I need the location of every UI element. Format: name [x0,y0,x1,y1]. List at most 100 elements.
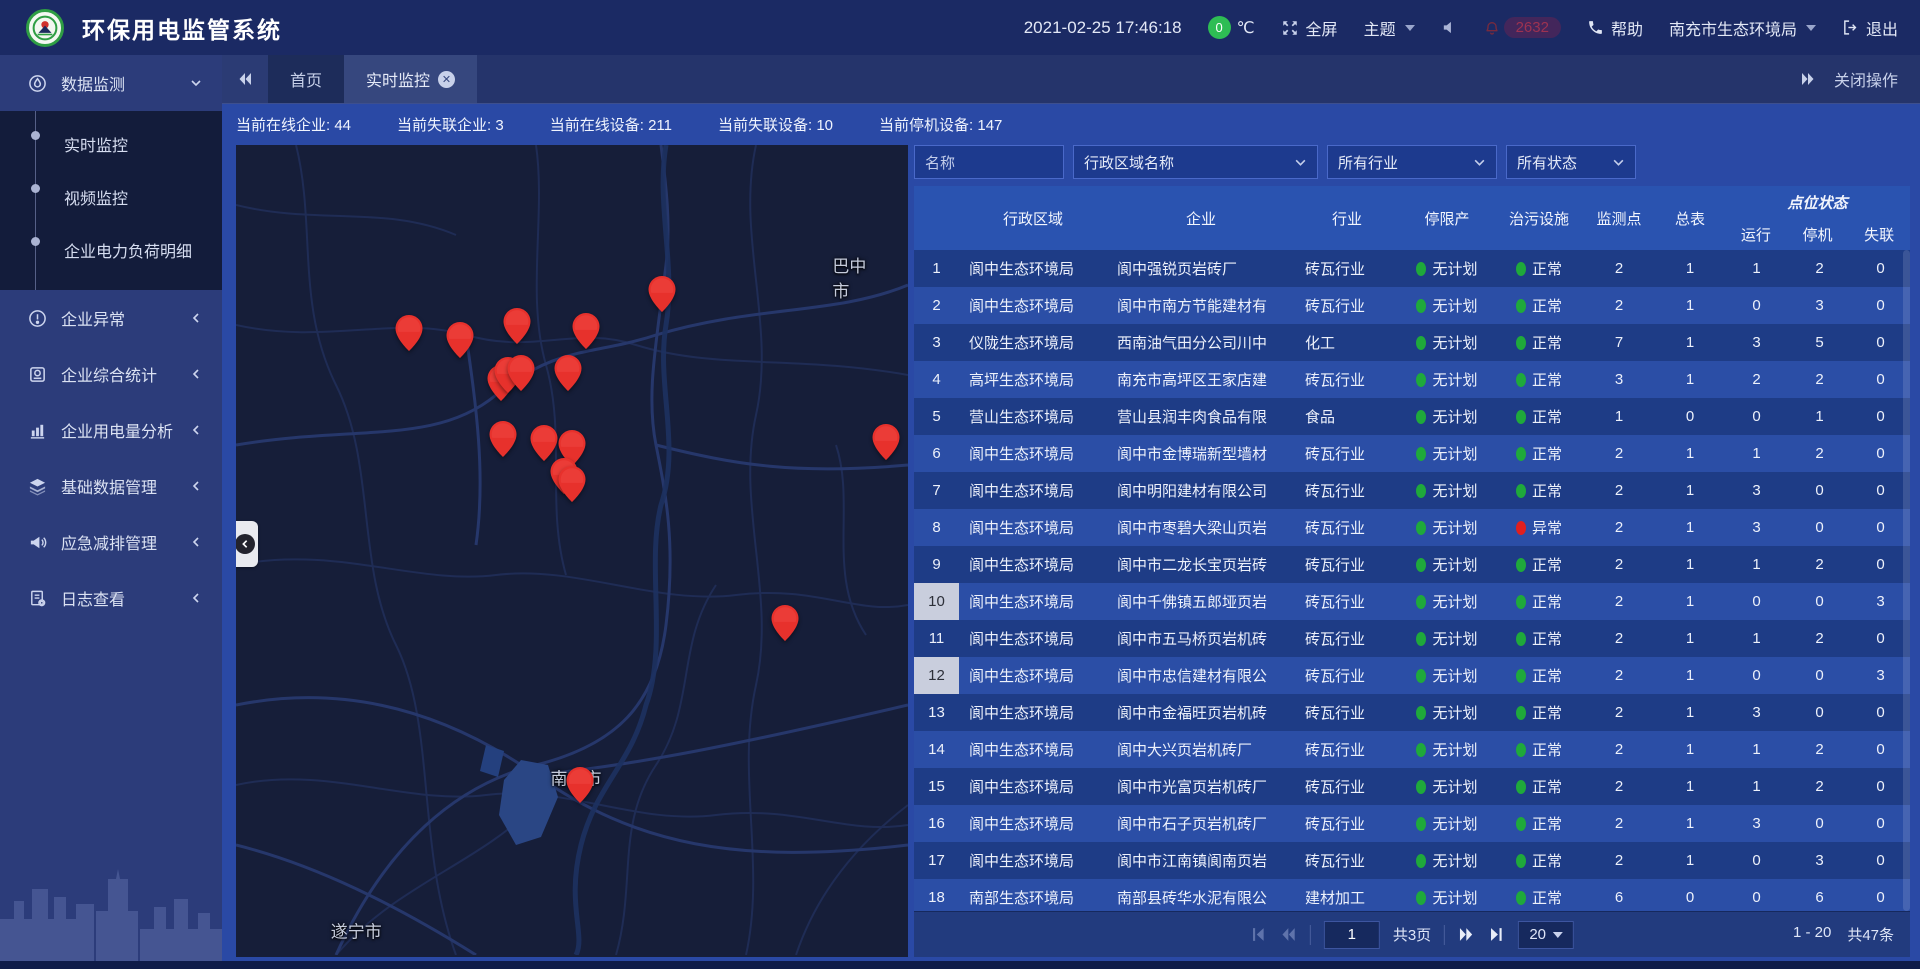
map-pin-icon[interactable] [573,313,600,354]
sidebar-item-emergency-reduction[interactable]: 应急减排管理 [0,514,222,570]
cell-company: 阆中明阳建材有限公司 [1107,472,1295,509]
page-number-input[interactable] [1324,921,1380,949]
table-row[interactable]: 4高坪生态环境局南充市高坪区王家店建砖瓦行业无计划正常31220 [914,361,1910,398]
sidebar-item-label: 基础数据管理 [61,474,157,498]
logout-button[interactable]: 退出 [1842,16,1898,40]
map-panel[interactable]: 巴中市 南充市 遂宁市 [236,145,908,957]
app-window: 环保用电监管系统 2021-02-25 17:46:18 0 ℃ 全屏 主题 2… [0,0,1920,969]
table-row[interactable]: 10阆中生态环境局阆中千佛镇五郎垭页岩砖瓦行业无计划正常21003 [914,583,1910,620]
stats-badge-icon [28,365,47,384]
cell-total-meters: 1 [1655,250,1725,287]
select-value: 20 [1529,926,1546,943]
table-row[interactable]: 1阆中生态环境局阆中强锐页岩砖厂砖瓦行业无计划正常21120 [914,250,1910,287]
table-row[interactable]: 13阆中生态环境局阆中市金福旺页岩机砖砖瓦行业无计划正常21300 [914,694,1910,731]
sidebar-item-enterprise-stats[interactable]: 企业综合统计 [0,346,222,402]
table-row[interactable]: 8阆中生态环境局阆中市枣碧大梁山页岩砖瓦行业无计划异常21300 [914,509,1910,546]
table-row[interactable]: 5营山生态环境局营山县润丰肉食品有限食品无计划正常10010 [914,398,1910,435]
org-menu[interactable]: 南充市生态环境局 [1669,16,1816,40]
first-page-button[interactable] [1250,926,1267,943]
map-pin-icon[interactable] [554,355,581,396]
close-operations-button[interactable]: 关闭操作 [1834,67,1898,91]
cell-total-meters: 1 [1655,287,1725,324]
double-chevron-left-icon [1280,926,1297,943]
table-row[interactable]: 2阆中生态环境局阆中市南方节能建材有砖瓦行业无计划正常21030 [914,287,1910,324]
cell-total-meters: 1 [1655,694,1725,731]
double-chevron-right-icon [1458,926,1475,943]
cell-monitor-points: 7 [1583,324,1655,361]
cell-offline: 0 [1851,731,1910,768]
cell-running: 0 [1725,398,1788,435]
name-search-input[interactable]: 名称 [914,145,1064,179]
cell-total-meters: 1 [1655,472,1725,509]
table-row[interactable]: 15阆中生态环境局阆中市光富页岩机砖厂砖瓦行业无计划正常21120 [914,768,1910,805]
region-select[interactable]: 行政区域名称 [1073,145,1318,179]
table-row[interactable]: 9阆中生态环境局阆中市二龙长宝页岩砖砖瓦行业无计划正常21120 [914,546,1910,583]
tab-close-icon[interactable]: ✕ [438,71,455,88]
cell-offline: 0 [1851,250,1910,287]
sidebar-collapse-handle[interactable] [236,521,258,567]
map-pin-icon[interactable] [507,355,534,396]
cell-offline: 0 [1851,768,1910,805]
divider [1310,925,1311,945]
table-row[interactable]: 14阆中生态环境局阆中大兴页岩机砖厂砖瓦行业无计划正常21120 [914,731,1910,768]
map-pin-icon[interactable] [446,322,473,363]
status-dot-icon [1416,484,1426,498]
map-pin-icon[interactable] [395,315,422,356]
cell-monitor-points: 2 [1583,435,1655,472]
sidebar-item-power-load-detail[interactable]: 企业电力负荷明细 [0,223,222,276]
prev-page-button[interactable] [1280,926,1297,943]
sidebar-item-log-view[interactable]: 日志查看 [0,570,222,626]
tab-realtime-monitor[interactable]: 实时监控 ✕ [344,55,477,103]
sidebar-item-realtime-monitor[interactable]: 实时监控 [0,117,222,170]
sidebar-item-base-data[interactable]: 基础数据管理 [0,458,222,514]
mute-button[interactable] [1441,19,1458,36]
theme-menu[interactable]: 主题 [1364,16,1415,40]
map-pin-icon[interactable] [489,421,516,462]
sidebar-item-data-monitor[interactable]: 数据监测 [0,55,222,111]
cell-index: 8 [914,509,959,546]
table-row[interactable]: 6阆中生态环境局阆中市金博瑞新型墙材砖瓦行业无计划正常21120 [914,435,1910,472]
double-chevron-right-icon[interactable] [1800,71,1816,87]
map-pin-icon[interactable] [649,276,676,317]
map-pin-icon[interactable] [772,605,799,646]
table-row[interactable]: 18南部生态环境局南部县砖华水泥有限公建材加工无计划正常60060 [914,879,1910,911]
table-row[interactable]: 17阆中生态环境局阆中市江南镇阆南页岩砖瓦行业无计划正常21030 [914,842,1910,879]
map-pin-icon[interactable] [567,767,594,808]
table-row[interactable]: 11阆中生态环境局阆中市五马桥页岩机砖砖瓦行业无计划正常21120 [914,620,1910,657]
sidebar-item-label: 日志查看 [61,586,125,610]
cell-stopped: 0 [1788,472,1851,509]
map-pin-icon[interactable] [503,308,530,349]
cell-stop-status: 无计划 [1399,546,1495,583]
table-row[interactable]: 3仪陇生态环境局西南油气田分公司川中化工无计划正常71350 [914,324,1910,361]
header-offline: 失联 [1848,218,1910,250]
table-row[interactable]: 16阆中生态环境局阆中市石子页岩机砖厂砖瓦行业无计划正常21300 [914,805,1910,842]
fullscreen-button[interactable]: 全屏 [1281,16,1338,40]
tabs-scroll-left-button[interactable] [222,55,268,103]
next-page-button[interactable] [1458,926,1475,943]
cell-total-meters: 1 [1655,509,1725,546]
map-pin-icon[interactable] [559,466,586,507]
map-pin-icon[interactable] [872,424,899,465]
sidebar-item-video-monitor[interactable]: 视频监控 [0,170,222,223]
sidebar-item-power-analysis[interactable]: 企业用电量分析 [0,402,222,458]
cell-industry: 砖瓦行业 [1295,842,1399,879]
header-company: 企业 [1107,186,1295,250]
cell-running: 1 [1725,620,1788,657]
page-size-select[interactable]: 20 [1518,921,1574,949]
industry-select[interactable]: 所有行业 [1327,145,1497,179]
tab-home[interactable]: 首页 [268,55,344,103]
cell-stopped: 2 [1788,361,1851,398]
notifications[interactable]: 2632 [1484,17,1561,38]
table-row[interactable]: 12阆中生态环境局阆中市忠信建材有限公砖瓦行业无计划正常21003 [914,657,1910,694]
cell-offline: 0 [1851,398,1910,435]
last-page-button[interactable] [1488,926,1505,943]
status-select[interactable]: 所有状态 [1506,145,1636,179]
app-logo-icon [26,9,64,47]
status-dot-icon [1516,706,1526,720]
table-row[interactable]: 7阆中生态环境局阆中明阳建材有限公司砖瓦行业无计划正常21300 [914,472,1910,509]
header-facility-status: 治污设施 [1495,186,1583,250]
sidebar-item-enterprise-abnormal[interactable]: 企业异常 [0,290,222,346]
help-button[interactable]: 帮助 [1587,16,1643,40]
cell-region: 阆中生态环境局 [959,842,1107,879]
cell-offline: 0 [1851,435,1910,472]
